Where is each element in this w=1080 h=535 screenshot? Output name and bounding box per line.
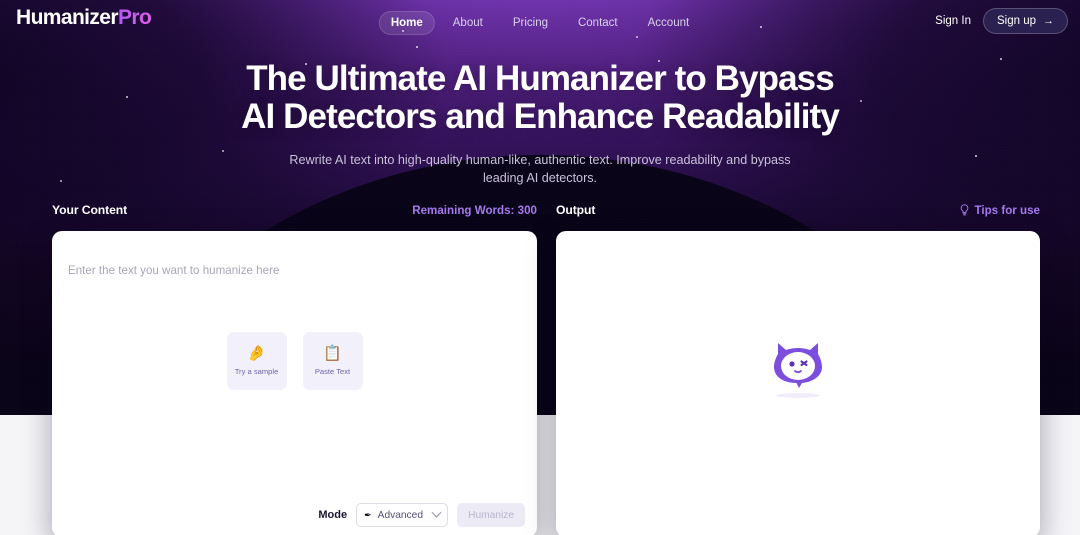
panels-container: Enter the text you want to humanize here… xyxy=(0,231,1080,535)
workspace: Your Content Remaining Words: 300 Output… xyxy=(0,203,1080,535)
input-panel: Enter the text you want to humanize here… xyxy=(52,231,537,535)
panel-headers: Your Content Remaining Words: 300 Output… xyxy=(0,203,1080,225)
chevron-down-icon xyxy=(431,507,442,518)
hero-content: The Ultimate AI Humanizer to Bypass AI D… xyxy=(0,60,1080,187)
output-panel-title: Output xyxy=(556,203,596,217)
mode-label: Mode xyxy=(318,509,348,521)
hero-subtitle: Rewrite AI text into high-quality human-… xyxy=(289,152,791,185)
nav-item-about[interactable]: About xyxy=(441,11,495,35)
pinched-fingers-icon: 🤌 xyxy=(247,345,266,362)
mode-selected-value: Advanced xyxy=(377,509,423,521)
remaining-words-counter: Remaining Words: 300 xyxy=(412,203,537,217)
headline-line-2: AI Detectors and Enhance Readability xyxy=(241,96,840,136)
tips-for-use-label: Tips for use xyxy=(974,203,1041,217)
lightbulb-icon xyxy=(960,204,968,216)
brand-logo[interactable]: HumanizerPro xyxy=(16,6,152,30)
brand-name-accent: Pro xyxy=(117,6,152,29)
mascot-shadow xyxy=(776,393,820,398)
nav-item-home[interactable]: Home xyxy=(378,11,435,35)
quick-action-cards: 🤌 Try a sample 📋 Paste Text xyxy=(52,332,537,390)
paste-text-card[interactable]: 📋 Paste Text xyxy=(302,332,363,390)
clipboard-icon: 📋 xyxy=(323,345,342,362)
nav-item-account[interactable]: Account xyxy=(636,11,702,35)
input-panel-title: Your Content xyxy=(52,203,128,217)
page-root: HumanizerPro Home About Pricing Contact … xyxy=(0,0,1080,535)
output-panel xyxy=(556,231,1040,535)
humanize-text-input[interactable]: Enter the text you want to humanize here xyxy=(68,264,279,277)
paste-text-label: Paste Text xyxy=(314,367,351,376)
try-a-sample-card[interactable]: 🤌 Try a sample xyxy=(226,332,287,390)
sign-up-button[interactable]: Sign up → xyxy=(982,8,1068,34)
nav-item-pricing[interactable]: Pricing xyxy=(501,11,560,35)
tips-for-use-button[interactable]: Tips for use xyxy=(959,203,1041,217)
editor-toolbar: Mode ✒ Advanced Humanize xyxy=(52,493,537,535)
arrow-right-icon: → xyxy=(1043,14,1054,27)
sign-up-label: Sign up xyxy=(996,15,1036,27)
mode-select[interactable]: ✒ Advanced xyxy=(356,503,449,527)
output-empty-state xyxy=(556,337,1040,398)
top-navigation-bar: HumanizerPro Home About Pricing Contact … xyxy=(0,0,1080,42)
sign-in-link[interactable]: Sign In xyxy=(935,15,971,27)
output-panel-header: Output Tips for use xyxy=(556,203,1040,217)
input-panel-header: Your Content Remaining Words: 300 xyxy=(52,203,537,217)
magic-pen-icon: ✒ xyxy=(364,509,372,520)
page-title: The Ultimate AI Humanizer to Bypass AI D… xyxy=(0,60,1080,136)
cat-speech-bubble-mascot-icon xyxy=(774,343,822,388)
brand-name-main: Humanizer xyxy=(16,6,119,29)
nav-item-contact[interactable]: Contact xyxy=(566,11,630,35)
humanize-button[interactable]: Humanize xyxy=(457,503,525,527)
nav-links: Home About Pricing Contact Account xyxy=(378,11,702,35)
headline-line-1: The Ultimate AI Humanizer to Bypass xyxy=(246,59,835,98)
nav-auth-actions: Sign In Sign up → xyxy=(935,8,1068,34)
try-a-sample-label: Try a sample xyxy=(234,367,279,376)
